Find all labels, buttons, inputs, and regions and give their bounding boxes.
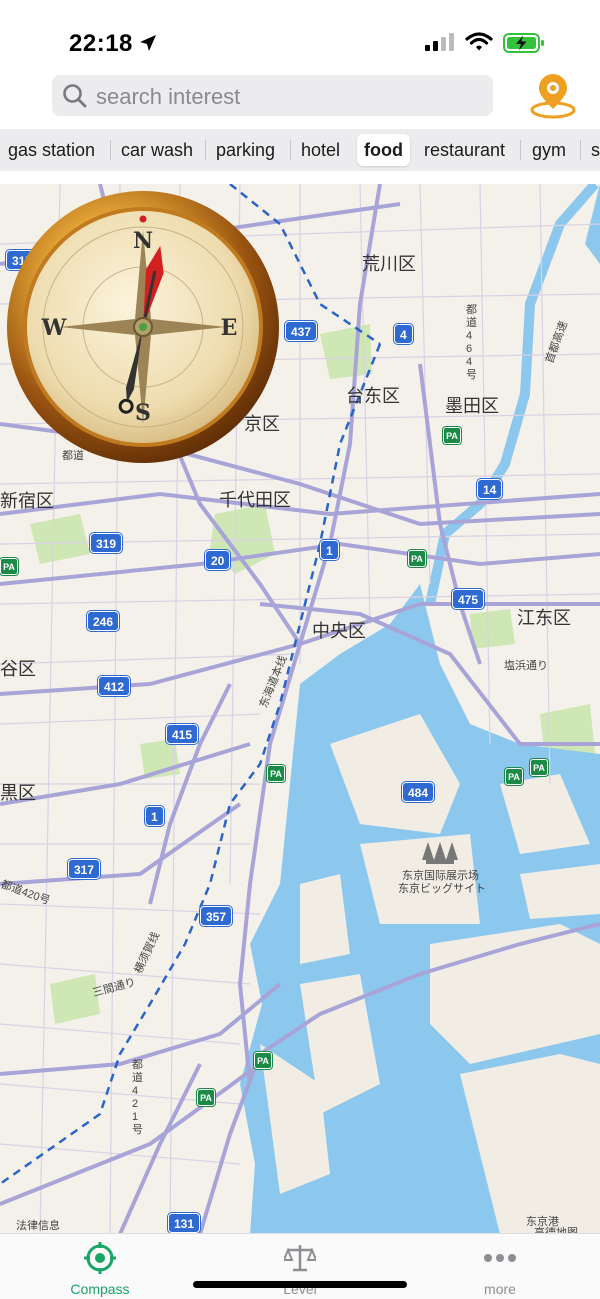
district-taito: 台东区 xyxy=(346,386,400,406)
parking-area-marker: PA xyxy=(197,1089,215,1106)
route-shield: 246 xyxy=(87,611,120,631)
legal-info-link[interactable]: 法律信息 xyxy=(16,1217,60,1233)
chip-divider xyxy=(290,140,291,160)
location-arrow-icon xyxy=(140,35,156,51)
compass-north-label: N xyxy=(133,228,153,254)
route-shield: 1 xyxy=(145,806,164,826)
cellular-signal-icon xyxy=(425,33,454,51)
parking-area-marker: PA xyxy=(254,1052,272,1069)
chip-car-wash[interactable]: car wash xyxy=(121,134,193,166)
district-shibuya: 谷区 xyxy=(0,659,36,679)
tab-compass[interactable]: Compass xyxy=(0,1234,200,1299)
chip-divider xyxy=(110,140,111,160)
battery-charging-icon xyxy=(503,33,544,53)
tab-level[interactable]: Level xyxy=(200,1234,400,1299)
chip-restaurant[interactable]: restaurant xyxy=(424,134,505,166)
route-shield: 317 xyxy=(68,859,101,879)
compass-east-label: E xyxy=(221,315,238,341)
chip-hotel[interactable]: hotel xyxy=(301,134,340,166)
compass-west-label: W xyxy=(41,315,67,341)
road-shiohama-label: 塩浜通り xyxy=(504,660,548,672)
chip-food[interactable]: food xyxy=(357,134,410,166)
district-sumida: 墨田区 xyxy=(445,396,499,416)
district-meguro: 黒区 xyxy=(0,783,36,803)
parking-area-marker: PA xyxy=(408,550,426,567)
route-shield: 415 xyxy=(166,724,199,744)
tab-more-label: more xyxy=(484,1281,516,1297)
parking-area-marker: PA xyxy=(443,427,461,444)
search-icon xyxy=(63,84,87,108)
tab-more[interactable]: more xyxy=(400,1234,600,1299)
wifi-icon xyxy=(465,32,493,51)
district-shinjuku: 新宿区 xyxy=(0,491,54,511)
chip-divider xyxy=(205,140,206,160)
route-shield: 357 xyxy=(200,906,233,926)
route-shield: 475 xyxy=(452,589,485,609)
district-arakawa: 荒川区 xyxy=(362,254,416,274)
route-shield: 1 xyxy=(320,540,339,560)
chip-divider xyxy=(580,140,581,160)
chip-more[interactable]: s xyxy=(591,134,600,166)
route-shield: 4 xyxy=(394,324,413,344)
chip-divider xyxy=(520,140,521,160)
route-shield: 20 xyxy=(205,550,231,570)
tab-bar: Compass Level more xyxy=(0,1233,600,1299)
route-shield: 437 xyxy=(285,321,318,341)
district-koto: 江东区 xyxy=(517,608,571,628)
parking-area-marker: PA xyxy=(530,759,548,776)
tab-compass-label: Compass xyxy=(70,1281,130,1297)
chip-gym[interactable]: gym xyxy=(532,134,566,166)
route-shield: 319 xyxy=(90,533,123,553)
category-bar: gas station car wash parking hotel food … xyxy=(0,129,600,171)
chip-gas-station[interactable]: gas station xyxy=(8,134,95,166)
big-sight-landmark-icon xyxy=(422,842,458,864)
parking-area-marker: PA xyxy=(505,768,523,785)
district-chuo: 中央区 xyxy=(312,621,366,641)
route-shield: 484 xyxy=(402,782,435,802)
route-shield: 14 xyxy=(477,479,503,499)
parking-area-marker: PA xyxy=(267,765,285,782)
compass-target-icon xyxy=(84,1242,116,1274)
district-chiyoda: 千代田区 xyxy=(219,490,291,510)
status-time: 22:18 xyxy=(69,30,133,57)
location-pin-button[interactable] xyxy=(528,74,578,120)
status-bar: 22:18 xyxy=(0,0,600,70)
landmark-label-jp: 东京ビッグサイト xyxy=(398,883,486,895)
more-dots-icon xyxy=(484,1254,516,1262)
parking-area-marker: PA xyxy=(0,558,18,575)
scale-icon xyxy=(284,1245,316,1272)
compass-dial: N S E W xyxy=(7,191,279,463)
chip-parking[interactable]: parking xyxy=(216,134,275,166)
road-toto464-label: 都道464号 xyxy=(466,304,477,381)
search-input[interactable]: search interest xyxy=(52,75,493,116)
route-shield: 412 xyxy=(98,676,131,696)
route-shield: 131 xyxy=(168,1213,201,1233)
road-toto421-label: 都道421号 xyxy=(132,1059,143,1136)
search-placeholder: search interest xyxy=(96,84,241,109)
compass-south-label: S xyxy=(135,400,151,426)
home-indicator[interactable] xyxy=(193,1281,407,1288)
